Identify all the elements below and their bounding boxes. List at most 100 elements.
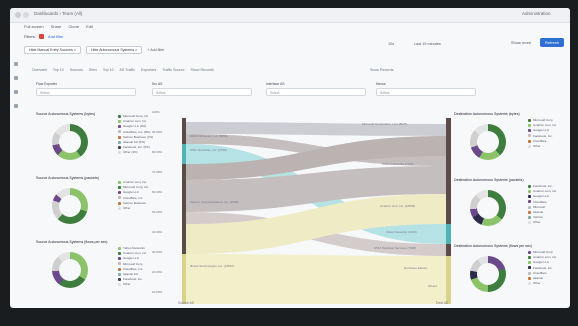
legend-item: Microsoft Corp xyxy=(123,261,143,266)
add-filter-button[interactable]: + Add filter xyxy=(147,48,164,52)
legend-item: Verizon xyxy=(533,215,544,220)
window-dot-icon xyxy=(23,12,29,18)
legend-item: Microsoft Corp xyxy=(533,118,553,122)
sankey-chart[interactable]: 100% 90.00% 80.00% 70.00% 60.00% 50.00% … xyxy=(152,104,452,308)
breadcrumb-item[interactable]: Top 10 xyxy=(53,68,64,72)
refresh-interval[interactable]: 10s xyxy=(388,42,394,46)
legend-item: Google LLC xyxy=(123,256,140,261)
legend-item: Akamai Intl (6%) xyxy=(123,140,146,145)
menu-item-edit[interactable]: Edit xyxy=(86,24,93,29)
breadcrumb-item[interactable]: Sources xyxy=(70,68,83,72)
admin-link[interactable]: Administration xyxy=(522,11,551,16)
legend-item: Other xyxy=(533,144,541,149)
breadcrumb-item[interactable]: Overview xyxy=(32,68,47,72)
donut-chart[interactable] xyxy=(470,190,506,226)
legend-item: Amazon.com, Inc. xyxy=(533,123,558,128)
search-icon[interactable] xyxy=(14,76,18,80)
breadcrumb-item[interactable]: AS Traffic xyxy=(119,68,135,72)
dashboard-icon[interactable] xyxy=(14,90,18,94)
legend-item: Cloudflare xyxy=(533,199,547,204)
dropdown-label: Flow Exporter xyxy=(36,82,57,86)
sankey-node-label: CSCO Networks (7700) xyxy=(382,162,414,166)
filter-chip[interactable]: Hide Autonomous Systems × xyxy=(85,46,143,54)
legend-item: Google LLC xyxy=(123,190,140,195)
legend-item: Cloudflare, Inc. (8%) xyxy=(123,129,151,134)
sankey-node-left[interactable] xyxy=(182,144,186,164)
panel-title: Destination Autonomous Systems (bytes) xyxy=(454,112,520,116)
donut-legend: Yahoo Networks Amazon.com, Inc. Google L… xyxy=(118,246,147,288)
sankey-node-label: UNIC Networks, Inc. (2760) xyxy=(190,148,227,152)
donut-chart[interactable] xyxy=(52,188,88,224)
nexus-select[interactable]: Select xyxy=(376,88,476,96)
sankey-node-right[interactable] xyxy=(446,224,451,244)
refresh-button[interactable]: Refresh xyxy=(540,38,564,47)
src-as-select[interactable]: Select xyxy=(152,88,252,96)
legend-item: Microsoft xyxy=(533,204,546,209)
dropdown-label: Src AS xyxy=(152,82,163,86)
donut-chart[interactable] xyxy=(52,124,88,160)
show-records-toggle[interactable]: Show Records xyxy=(370,68,393,72)
sankey-node-right[interactable] xyxy=(446,256,451,304)
legend-item: Other (4%) xyxy=(123,150,138,155)
flow-exporter-select[interactable]: Select xyxy=(36,88,136,96)
legend-item: Google LLC xyxy=(533,260,550,265)
filter-bar: Filters Add filter xyxy=(24,34,72,44)
panel-title: Source Autonomous Systems (bytes) xyxy=(36,112,96,116)
legend-item: Other xyxy=(123,206,131,211)
legend-item: Microsoft Corp xyxy=(533,250,553,254)
sankey-node-label: Others xyxy=(428,284,438,288)
donut-legend: Microsoft Corp Amazon.com, Inc. Google L… xyxy=(528,118,557,149)
browser-tab-bar: Dashboards › Team (All) Administration xyxy=(10,8,570,23)
donut-chart[interactable] xyxy=(470,256,506,292)
legend-item: Verizon Business xyxy=(123,200,147,205)
sankey-right-axis-label: Dest AS xyxy=(436,301,449,305)
menu-icon[interactable] xyxy=(14,62,18,66)
filters-label: Filters xyxy=(24,34,35,39)
legend-item: Amazon.com, Inc. xyxy=(123,180,148,184)
legend-item: Microsoft Corp, Inc. xyxy=(123,185,150,190)
sankey-node-label: AT&T Worldnet Services (7018) xyxy=(374,246,417,250)
donut-legend: Amazon.com, Inc. Microsoft Corp, Inc. Go… xyxy=(118,180,149,211)
legend-item: Other xyxy=(533,281,541,286)
donut-legend: Facebook, Inc. Amazon.com, Inc. Google L… xyxy=(528,184,557,226)
window-dot-icon xyxy=(15,12,21,18)
sankey-node-left[interactable] xyxy=(182,254,186,304)
sankey-flow[interactable] xyxy=(186,254,446,304)
menu-item-fullscreen[interactable]: Full screen xyxy=(24,24,44,29)
legend-item: Other xyxy=(533,220,541,225)
interface-as-select[interactable]: Select xyxy=(266,88,366,96)
legend-item: Cloudflare xyxy=(533,138,547,143)
legend-item: Google LLC xyxy=(533,128,550,133)
legend-item: Verizon Business (7%) xyxy=(123,134,154,139)
settings-icon[interactable] xyxy=(14,104,18,108)
sankey-node-label: Hurricane Electric xyxy=(404,266,428,270)
breadcrumb-item[interactable]: Show Records xyxy=(190,68,213,72)
donut-chart[interactable] xyxy=(470,124,506,160)
menu-item-clone[interactable]: Clone xyxy=(69,24,79,29)
panel-title: Destination Autonomous Systems (packets) xyxy=(454,178,524,182)
legend-item: Cloudflare xyxy=(533,270,547,275)
donut-chart[interactable] xyxy=(52,252,88,288)
tab-title[interactable]: Dashboards › Team (All) xyxy=(34,11,82,16)
sankey-left-axis-label: Source AS xyxy=(178,301,195,305)
legend-item: Google LLC xyxy=(533,194,550,199)
add-filter-link[interactable]: Add filter xyxy=(48,34,64,39)
breadcrumb-item[interactable]: Traffic Source xyxy=(162,68,184,72)
time-range-picker[interactable]: Last 15 minutes xyxy=(414,42,441,46)
legend-item: Akamai xyxy=(533,276,544,281)
sankey-node-label: Cloud Networks (1202) xyxy=(386,230,417,234)
show-more-button[interactable]: Show more xyxy=(508,38,534,47)
breadcrumb-item[interactable]: Top 10 xyxy=(103,68,114,72)
legend-item: Facebook, Inc. xyxy=(533,184,553,188)
dropdown-label: Interface AS xyxy=(266,82,285,86)
menu-item-share[interactable]: Share xyxy=(51,24,62,29)
legend-item: Cloudflare, Inc. xyxy=(123,195,144,200)
legend-item: Yahoo Networks xyxy=(123,246,145,250)
panel-title: Source Autonomous Systems (packets) xyxy=(36,176,99,180)
top-menu: Full screen Share Clone Edit xyxy=(24,24,99,29)
sankey-node-label: Illinois Technologies, Inc. (15657) xyxy=(190,264,235,268)
dashboard-screen: Dashboards › Team (All) Administration F… xyxy=(10,8,570,308)
breadcrumb-item[interactable]: Sites xyxy=(89,68,97,72)
breadcrumb-item[interactable]: Exporters xyxy=(141,68,156,72)
filter-chip[interactable]: Hide Manual Entry Sources × xyxy=(24,46,81,54)
